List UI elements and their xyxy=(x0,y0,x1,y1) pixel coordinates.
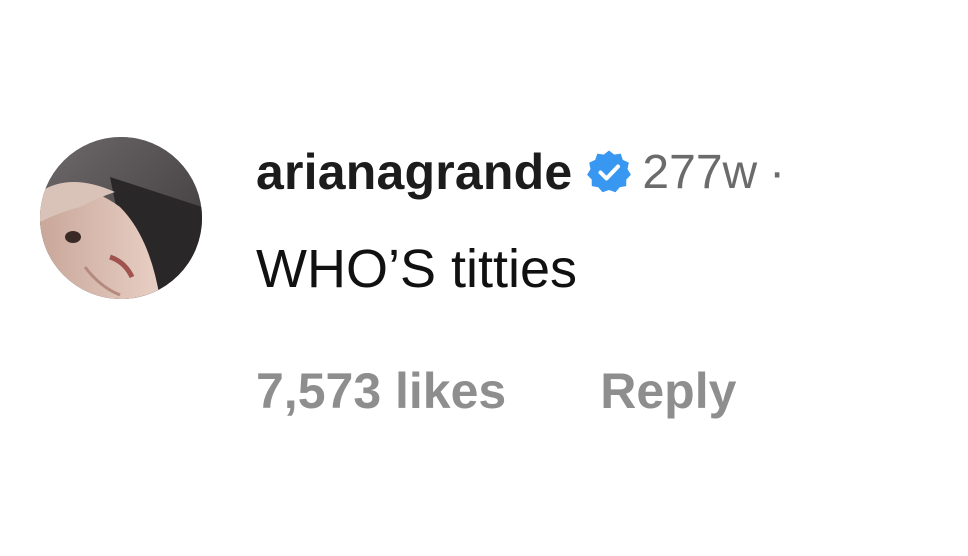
separator-dot: · xyxy=(769,145,786,199)
reply-button[interactable]: Reply xyxy=(600,362,736,420)
comment-text: WHO’S titties xyxy=(256,239,578,299)
username-link[interactable]: arianagrande xyxy=(256,143,572,201)
comment-item: arianagrande 277w · WHO’S titties 7,573 … xyxy=(0,0,968,556)
likes-count-button[interactable]: 7,573 likes xyxy=(256,362,506,420)
comment-actions: 7,573 likes Reply xyxy=(256,362,736,420)
comment-header: arianagrande 277w · xyxy=(256,140,785,204)
avatar[interactable] xyxy=(40,137,202,299)
timestamp: 277w xyxy=(642,145,758,199)
avatar-photo xyxy=(40,137,202,299)
verified-badge-icon xyxy=(586,149,632,195)
